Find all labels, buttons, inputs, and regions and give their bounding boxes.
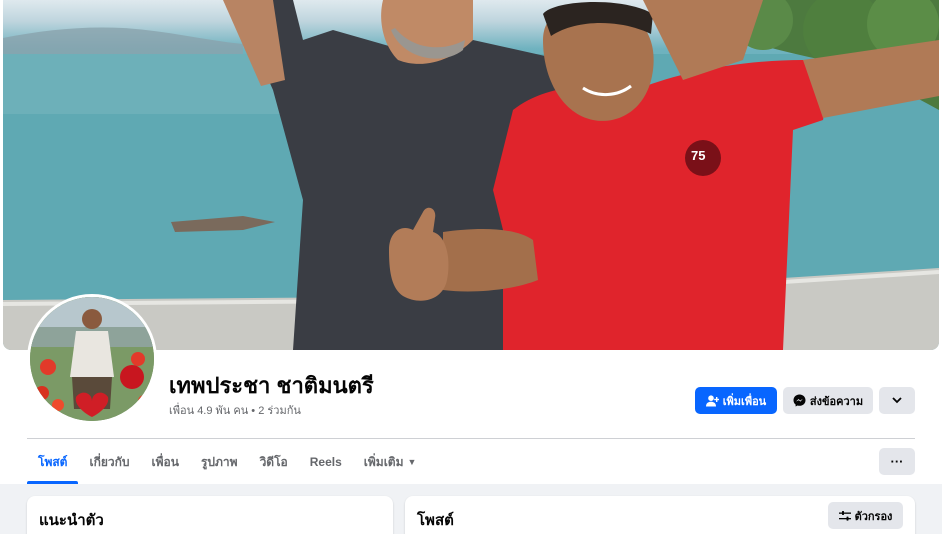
tab-label: เพื่อน	[151, 454, 179, 469]
add-friend-label: เพิ่มเพื่อน	[722, 395, 767, 408]
intro-title: แนะนำตัว	[39, 512, 104, 529]
tab-label: รูปภาพ	[200, 454, 238, 469]
cover-photo[interactable]: 75	[3, 0, 939, 350]
tab-videos[interactable]: วิดีโอ	[249, 440, 299, 484]
intro-card: แนะนำตัว	[27, 496, 393, 534]
tab-label: โพสต์	[38, 454, 68, 469]
tab-label: Reels	[309, 455, 342, 469]
avatar-illustration	[30, 297, 154, 421]
person-plus-icon	[705, 394, 719, 407]
chevron-down-icon	[892, 395, 902, 407]
caret-down-icon: ▼	[407, 457, 417, 467]
posts-title: โพสต์	[417, 512, 454, 529]
cover-photo-illustration	[3, 0, 939, 350]
avatar-frame[interactable]	[27, 294, 157, 424]
filter-label: ตัวกรอง	[854, 510, 893, 523]
ellipsis-icon: ···	[890, 454, 904, 469]
profile-options-dropdown[interactable]	[879, 387, 915, 414]
tab-posts[interactable]: โพสต์	[27, 440, 79, 484]
header-divider	[27, 438, 915, 439]
messenger-icon	[793, 394, 806, 407]
jersey-number: 75	[691, 148, 706, 163]
tab-label: เกี่ยวกับ	[89, 454, 130, 469]
tab-reels[interactable]: Reels	[299, 440, 353, 484]
profile-name: เทพประชา ชาติมนตรี	[169, 373, 374, 398]
sliders-icon	[838, 510, 851, 521]
posts-card: โพสต์ ตัวกรอง	[405, 496, 915, 534]
tab-more[interactable]: เพิ่มเติม ▼	[353, 440, 428, 484]
message-label: ส่งข้อความ	[809, 395, 864, 408]
message-button[interactable]: ส่งข้อความ	[783, 387, 873, 414]
profile-header: 75 เทพประชา ชาติมนตรี เพื่อน 4.9 พัน คน …	[0, 0, 942, 484]
add-friend-button[interactable]: เพิ่มเพื่อน	[695, 387, 777, 414]
profile-tabs: โพสต์ เกี่ยวกับ เพื่อน รูปภาพ วิดีโอ Ree…	[27, 440, 427, 484]
avatar[interactable]	[30, 297, 154, 421]
more-options-button[interactable]: ···	[879, 448, 915, 475]
tab-photos[interactable]: รูปภาพ	[190, 440, 249, 484]
filter-button[interactable]: ตัวกรอง	[828, 502, 903, 529]
tab-friends[interactable]: เพื่อน	[141, 440, 190, 484]
tab-about[interactable]: เกี่ยวกับ	[78, 440, 140, 484]
friend-count[interactable]: เพื่อน 4.9 พัน คน • 2 ร่วมกัน	[169, 401, 301, 419]
tab-label: วิดีโอ	[259, 454, 288, 469]
tab-label: เพิ่มเติม	[363, 454, 404, 469]
